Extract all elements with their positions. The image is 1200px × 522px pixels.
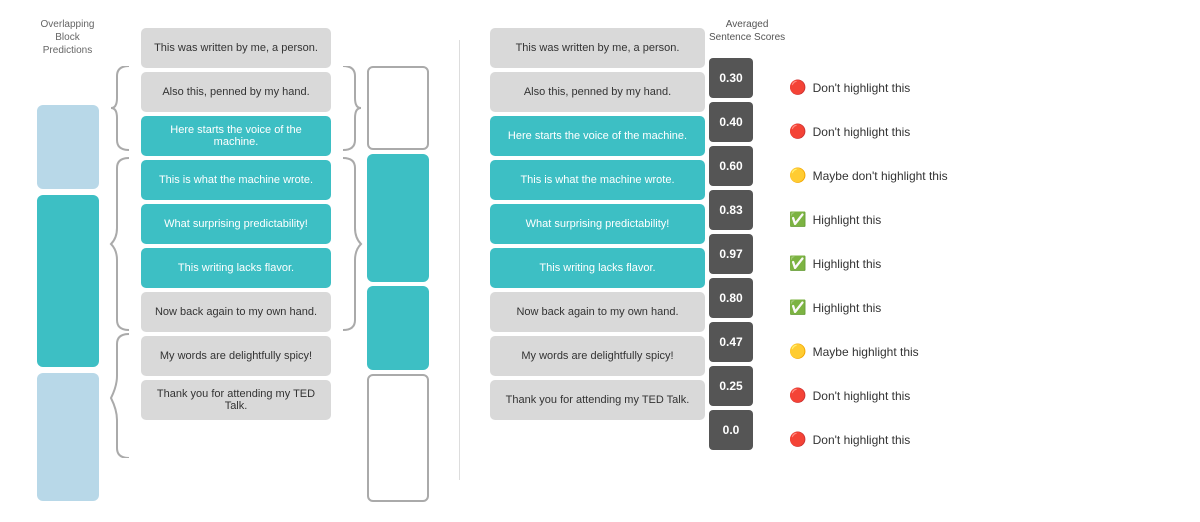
highlight-icon-8: 🔴 <box>789 431 806 448</box>
left-sentence-5: This writing lacks flavor. <box>141 248 331 288</box>
highlight-text-3: Highlight this <box>813 213 882 227</box>
right-sentence-0: This was written by me, a person. <box>490 28 705 68</box>
avg-score-header: AveragedSentence Scores <box>709 18 785 44</box>
right-sentence-2: Here starts the voice of the machine. <box>490 116 705 156</box>
score-box-0: 0.30 <box>709 58 753 98</box>
left-diagram: OverlappingBlock Predictions <box>30 18 429 502</box>
highlight-text-7: Don't highlight this <box>813 389 911 403</box>
left-sentence-7: My words are delightfully spicy! <box>141 336 331 376</box>
left-block-0 <box>37 105 99 189</box>
highlight-row-3: ✅ Highlight this <box>789 200 947 240</box>
highlight-text-1: Don't highlight this <box>813 125 911 139</box>
right-sentence-3: This is what the machine wrote. <box>490 160 705 200</box>
left-sentence-2: Here starts the voice of the machine. <box>141 116 331 156</box>
highlight-icon-3: ✅ <box>789 211 806 228</box>
highlight-text-8: Don't highlight this <box>813 433 911 447</box>
score-box-7: 0.25 <box>709 366 753 406</box>
section-divider <box>459 40 460 480</box>
highlight-row-6: 🟡 Maybe highlight this <box>789 332 947 372</box>
right-sentence-4: What surprising predictability! <box>490 204 705 244</box>
left-sentences-list: This was written by me, a person.Also th… <box>141 28 331 424</box>
highlight-row-7: 🔴 Don't highlight this <box>789 376 947 416</box>
highlight-icon-0: 🔴 <box>789 79 806 96</box>
left-block-1 <box>37 195 99 367</box>
score-box-3: 0.83 <box>709 190 753 230</box>
right-sentence-5: This writing lacks flavor. <box>490 248 705 288</box>
score-block-0 <box>367 66 429 150</box>
highlight-row-1: 🔴 Don't highlight this <box>789 112 947 152</box>
highlight-icon-2: 🟡 <box>789 167 806 184</box>
left-sentences-col: This was written by me, a person.Also th… <box>141 18 331 424</box>
left-block-2 <box>37 373 99 501</box>
score-box-2: 0.60 <box>709 146 753 186</box>
highlight-icon-7: 🔴 <box>789 387 806 404</box>
highlight-row-2: 🟡 Maybe don't highlight this <box>789 156 947 196</box>
score-list: 0.300.400.600.830.970.800.470.250.0 <box>709 58 785 454</box>
score-block-3 <box>367 374 429 502</box>
highlight-icon-6: 🟡 <box>789 343 806 360</box>
left-sentence-8: Thank you for attending my TED Talk. <box>141 380 331 420</box>
score-block-1 <box>367 154 429 282</box>
main-container: OverlappingBlock Predictions <box>0 0 1200 522</box>
right-sentences-list: This was written by me, a person.Also th… <box>490 28 705 424</box>
score-box-5: 0.80 <box>709 278 753 318</box>
right-sentence-8: Thank you for attending my TED Talk. <box>490 380 705 420</box>
right-sentences-col: This was written by me, a person.Also th… <box>490 18 705 424</box>
highlight-row-4: ✅ Highlight this <box>789 244 947 284</box>
highlight-list: 🔴 Don't highlight this 🔴 Don't highlight th… <box>789 68 947 464</box>
right-sentence-1: Also this, penned by my hand. <box>490 72 705 112</box>
highlight-text-5: Highlight this <box>813 301 882 315</box>
right-braces <box>335 66 363 461</box>
left-sentence-3: This is what the machine wrote. <box>141 160 331 200</box>
score-block-2 <box>367 286 429 370</box>
left-sentence-0: This was written by me, a person. <box>141 28 331 68</box>
highlight-row-5: ✅ Highlight this <box>789 288 947 328</box>
score-col: AveragedSentence Scores 0.300.400.600.83… <box>709 18 785 454</box>
highlight-text-4: Highlight this <box>813 257 882 271</box>
left-braces <box>109 66 137 458</box>
right-sentence-6: Now back again to my own hand. <box>490 292 705 332</box>
right-score-blocks <box>367 66 429 502</box>
highlight-col: 🔴 Don't highlight this 🔴 Don't highlight th… <box>789 68 947 464</box>
score-box-6: 0.47 <box>709 322 753 362</box>
score-box-4: 0.97 <box>709 234 753 274</box>
highlight-text-0: Don't highlight this <box>813 81 911 95</box>
highlight-icon-5: ✅ <box>789 299 806 316</box>
score-box-1: 0.40 <box>709 102 753 142</box>
right-diagram: This was written by me, a person.Also th… <box>490 18 948 464</box>
highlight-text-2: Maybe don't highlight this <box>813 169 948 183</box>
left-sentence-1: Also this, penned by my hand. <box>141 72 331 112</box>
highlight-icon-4: ✅ <box>789 255 806 272</box>
highlight-row-0: 🔴 Don't highlight this <box>789 68 947 108</box>
left-sentence-4: What surprising predictability! <box>141 204 331 244</box>
left-sentence-6: Now back again to my own hand. <box>141 292 331 332</box>
highlight-row-8: 🔴 Don't highlight this <box>789 420 947 460</box>
right-sentence-7: My words are delightfully spicy! <box>490 336 705 376</box>
highlight-icon-1: 🔴 <box>789 123 806 140</box>
score-box-8: 0.0 <box>709 410 753 450</box>
left-block-predictions-header: OverlappingBlock Predictions <box>33 18 103 57</box>
highlight-text-6: Maybe highlight this <box>813 345 919 359</box>
